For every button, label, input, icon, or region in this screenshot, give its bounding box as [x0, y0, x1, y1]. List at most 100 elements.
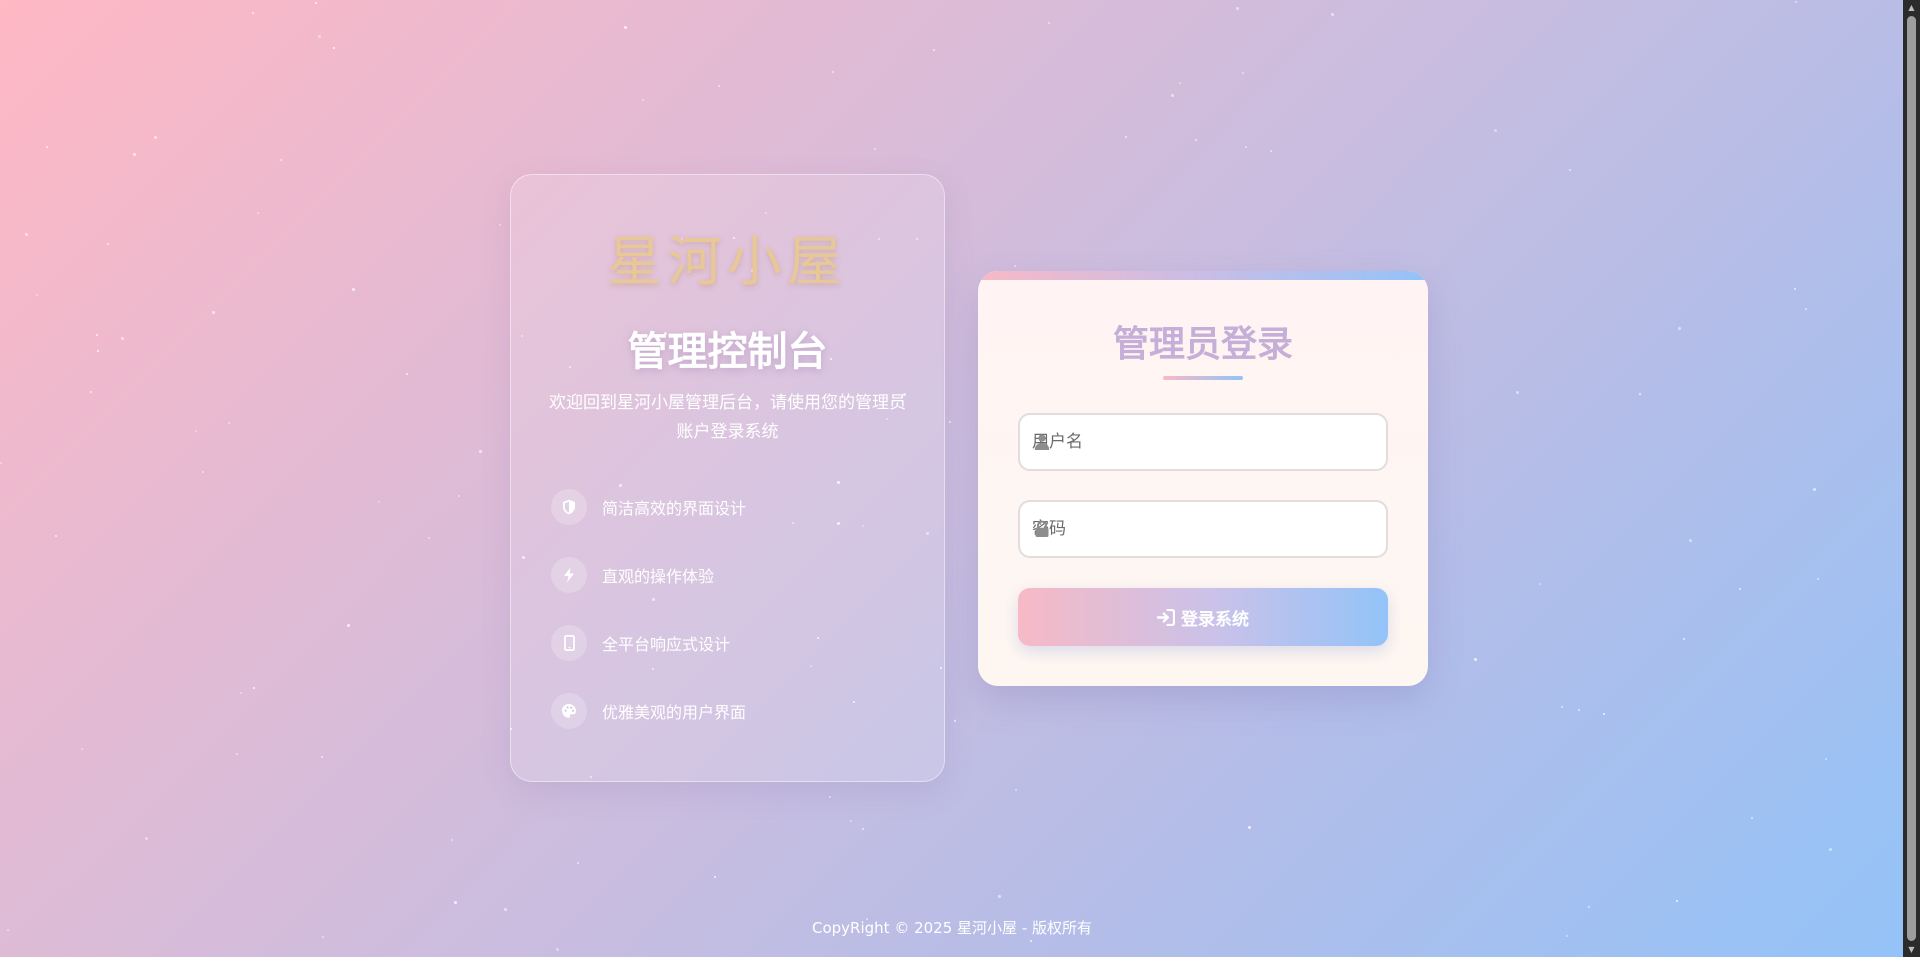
feature-label: 直观的操作体验: [602, 567, 715, 586]
star-dot: [318, 35, 321, 38]
star-dot: [1248, 826, 1251, 829]
star-dot: [315, 2, 317, 4]
star-dot: [454, 901, 457, 904]
star-dot: [90, 391, 92, 393]
star-dot: [1245, 146, 1247, 148]
star-dot: [998, 895, 1001, 898]
star-dot: [1015, 789, 1017, 791]
star-dot: [458, 495, 460, 497]
star-dot: [954, 720, 956, 722]
star-dot: [1751, 817, 1753, 819]
star-dot: [1588, 906, 1590, 908]
star-dot: [107, 243, 109, 245]
feature-item: 简洁高效的界面设计: [551, 489, 746, 525]
star-dot: [121, 337, 124, 340]
password-field[interactable]: [1018, 500, 1388, 558]
star-dot: [1683, 638, 1685, 640]
starfield-background: [0, 0, 1920, 957]
star-dot: [378, 501, 380, 503]
shield-icon: [551, 489, 587, 525]
star-dot: [850, 820, 852, 822]
star-dot: [257, 212, 259, 214]
feature-item: 直观的操作体验: [551, 557, 714, 593]
star-dot: [1494, 129, 1497, 132]
star-dot: [333, 47, 335, 49]
star-dot: [1639, 393, 1641, 395]
feature-label: 全平台响应式设计: [602, 635, 731, 654]
star-dot: [1569, 169, 1571, 171]
star-dot: [36, 294, 38, 296]
login-submit-label: 登录系统: [1181, 609, 1249, 630]
star-dot: [556, 948, 559, 951]
star-dot: [154, 136, 157, 139]
star-dot: [96, 334, 98, 336]
star-dot: [212, 311, 215, 314]
star-dot: [1829, 848, 1832, 851]
login-title-underline: [1163, 376, 1243, 380]
star-dot: [1795, 1, 1797, 3]
feature-item: 优雅美观的用户界面: [551, 693, 746, 729]
star-dot: [1270, 150, 1272, 152]
password-input[interactable]: [1020, 502, 1386, 556]
star-dot: [1578, 709, 1580, 711]
star-dot: [25, 233, 28, 236]
star-dot: [1014, 265, 1016, 267]
star-dot: [504, 908, 507, 911]
star-dot: [202, 471, 204, 473]
star-dot: [624, 26, 627, 29]
brand-logo-text: 星河小屋: [607, 230, 848, 293]
star-dot: [577, 862, 579, 864]
star-dot: [949, 421, 951, 423]
star-dot: [428, 537, 430, 539]
scroll-down-arrow-icon[interactable]: ▼: [1903, 942, 1920, 957]
star-dot: [0, 462, 2, 464]
star-dot: [1817, 578, 1819, 580]
mobile-icon: [551, 625, 587, 661]
info-card: 星河小屋 管理控制台 欢迎回到星河小屋管理后台，请使用您的管理员账户登录系统 简…: [510, 174, 945, 782]
star-dot: [1236, 7, 1239, 10]
scrollbar-thumb[interactable]: [1907, 16, 1916, 941]
star-dot: [406, 373, 408, 375]
star-dot: [1813, 488, 1816, 491]
star-dot: [1030, 940, 1032, 942]
star-dot: [1242, 72, 1244, 74]
star-dot: [1805, 308, 1807, 310]
star-dot: [1474, 658, 1477, 661]
palette-icon: [551, 693, 587, 729]
star-dot: [321, 756, 323, 758]
username-input[interactable]: [1020, 415, 1386, 469]
lightning-icon: [551, 557, 587, 593]
star-dot: [1825, 758, 1827, 760]
star-dot: [133, 153, 136, 156]
feature-label: 简洁高效的界面设计: [602, 499, 747, 518]
star-dot: [280, 159, 282, 161]
star-dot: [1195, 139, 1197, 141]
star-dot: [1048, 22, 1050, 24]
star-dot: [479, 450, 482, 453]
star-dot: [97, 350, 99, 352]
console-title: 管理控制台: [627, 329, 828, 375]
console-description: 欢迎回到星河小屋管理后台，请使用您的管理员账户登录系统: [549, 393, 906, 442]
star-dot: [1539, 583, 1541, 585]
login-title: 管理员登录: [1112, 324, 1293, 365]
username-field[interactable]: [1018, 413, 1388, 471]
star-dot: [253, 687, 255, 689]
star-dot: [874, 148, 876, 150]
star-dot: [145, 837, 148, 840]
star-dot: [228, 422, 230, 424]
lock-icon: [1033, 520, 1051, 538]
login-submit-button[interactable]: 登录系统: [1018, 588, 1388, 646]
feature-label: 优雅美观的用户界面: [602, 703, 747, 722]
star-dot: [1676, 900, 1678, 902]
star-dot: [1125, 136, 1127, 138]
star-dot: [1331, 13, 1334, 16]
sign-in-icon: [1157, 608, 1175, 626]
page-scrollbar[interactable]: ▲ ▼: [1903, 0, 1920, 957]
star-dot: [1678, 327, 1681, 330]
star-dot: [832, 71, 834, 73]
star-dot: [1794, 288, 1796, 290]
star-dot: [347, 624, 350, 627]
star-dot: [240, 692, 242, 694]
star-dot: [451, 839, 453, 841]
scroll-up-arrow-icon[interactable]: ▲: [1903, 0, 1920, 15]
